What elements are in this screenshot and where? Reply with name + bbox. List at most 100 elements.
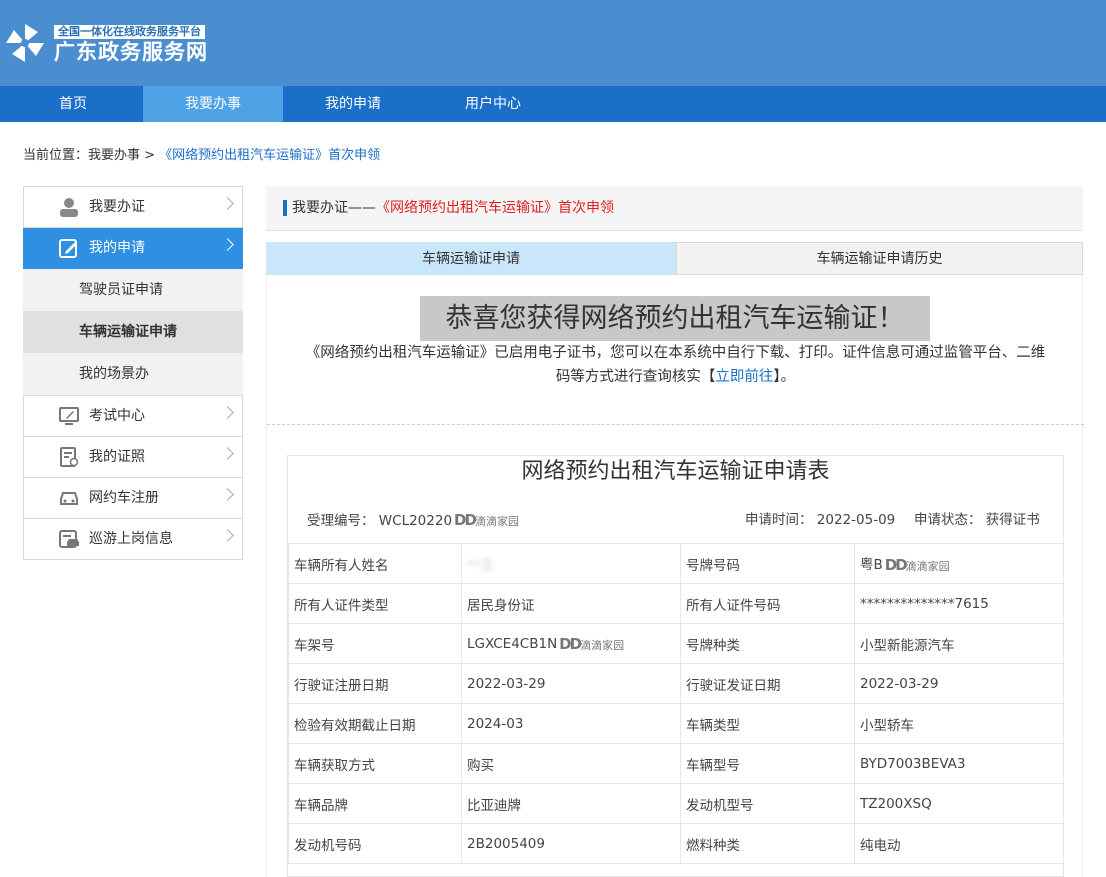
apply-status: 申请状态： 获得证书 xyxy=(914,510,1040,530)
didi-watermark: DD滴滴家园 xyxy=(884,556,950,574)
breadcrumb: 当前位置：我要办事 > 《网络预约出租汽车运输证》首次申领 xyxy=(23,147,380,165)
field-value: 2022-03-29 xyxy=(854,663,1064,704)
sidebar-item-ride-registration[interactable]: 网约车注册 xyxy=(23,478,243,519)
accept-number: 受理编号： WCL20220 DD滴滴家园 xyxy=(307,510,519,532)
field-label: 行驶证注册日期 xyxy=(288,663,462,704)
sidebar-subitem-scenarios[interactable]: 我的场景办 xyxy=(23,353,243,395)
go-now-link[interactable]: 立即前往 xyxy=(715,369,773,385)
plate-number-value: 粤B xyxy=(860,557,883,573)
field-label: 发动机型号 xyxy=(680,783,855,824)
sidebar-item-label: 我要办证 xyxy=(89,199,145,215)
certificate-icon xyxy=(60,447,79,467)
owner-name-value: **王 xyxy=(467,557,494,574)
tab-bar: 车辆运输证申请 车辆运输证申请历史 xyxy=(266,242,1083,275)
table-row: 车架号 LGXCE4CB1N DD滴滴家园 号牌种类 小型新能源汽车 xyxy=(288,623,1064,664)
section-heading: 我要办证——《网络预约出租汽车运输证》首次申领 xyxy=(266,186,1083,231)
apply-status-label: 申请状态： xyxy=(914,512,982,528)
field-value: **王 xyxy=(461,543,681,584)
breadcrumb-current[interactable]: 《网络预约出租汽车运输证》首次申领 xyxy=(159,148,380,163)
table-row: 所有人证件类型 居民身份证 所有人证件号码 **************7615 xyxy=(288,583,1064,624)
sidebar-item-label: 我的申请 xyxy=(89,240,145,256)
field-label: 车辆型号 xyxy=(680,743,855,784)
field-value: 比亚迪牌 xyxy=(461,783,681,824)
site-title[interactable]: 广东政务服务网 xyxy=(54,40,208,64)
notice-line-2-prefix: 码等方式进行查询核实【 xyxy=(555,369,716,385)
didi-watermark: DD滴滴家园 xyxy=(454,511,519,529)
table-row: 检验有效期截止日期 2024-03 车辆类型 小型轿车 xyxy=(288,703,1064,744)
platform-subtitle: 全国一体化在线政务服务平台 xyxy=(54,25,205,39)
sidebar-item-my-licenses[interactable]: 我的证照 xyxy=(23,437,243,478)
tab-vehicle-application[interactable]: 车辆运输证申请 xyxy=(266,242,676,275)
heading-accent-bar xyxy=(283,200,287,216)
nav-home[interactable]: 首页 xyxy=(3,86,143,122)
sidebar-subitem-vehicle-cert[interactable]: 车辆运输证申请 xyxy=(23,311,243,353)
application-form: 网络预约出租汽车运输证申请表 受理编号： WCL20220 DD滴滴家园 申请时间… xyxy=(287,455,1064,877)
field-value: 粤B DD滴滴家园 xyxy=(854,543,1064,584)
edit-form-icon xyxy=(59,239,77,258)
notice-line-1: 《网络预约出租汽车运输证》已启用电子证书，您可以在本系统中自行下载、打印。证件信… xyxy=(305,345,1046,361)
didi-watermark: DD滴滴家园 xyxy=(559,634,625,653)
form-title: 网络预约出租汽车运输证申请表 xyxy=(521,459,830,484)
sidebar-item-cruise-info[interactable]: 巡游上岗信息 xyxy=(23,519,243,560)
table-row: 发动机号码 2B2005409 燃料种类 纯电动 xyxy=(288,823,1064,864)
main-nav: 首页 我要办事 我的申请 用户中心 xyxy=(0,86,1106,122)
accept-number-value: WCL20220 xyxy=(378,513,453,529)
heading-prefix: 我要办证—— xyxy=(292,200,376,216)
heading-text: 我要办证——《网络预约出租汽车运输证》首次申领 xyxy=(292,186,614,230)
field-label: 车辆所有人姓名 xyxy=(288,543,462,584)
nav-user-center[interactable]: 用户中心 xyxy=(423,86,563,122)
sidebar-item-label: 网约车注册 xyxy=(89,490,159,506)
apply-status-value: 获得证书 xyxy=(985,512,1040,528)
field-label: 检验有效期截止日期 xyxy=(288,703,462,744)
breadcrumb-prefix: 当前位置：我要办事 > xyxy=(23,148,160,163)
sidebar-item-get-certificate[interactable]: 我要办证 xyxy=(23,186,243,228)
vehicle-info-table: 车辆所有人姓名 **王 号牌号码 粤B DD滴滴家园 所有人证件类型 居民身份证 … xyxy=(288,543,1064,864)
site-header: 全国一体化在线政务服务平台 广东政务服务网 xyxy=(0,0,1106,86)
taxi-id-icon xyxy=(59,530,79,548)
chevron-right-icon xyxy=(221,529,234,542)
sidebar-item-exam-center[interactable]: 考试中心 xyxy=(23,395,243,437)
field-value: 小型新能源汽车 xyxy=(854,623,1064,664)
e-certificate-notice: 《网络预约出租汽车运输证》已启用电子证书，您可以在本系统中自行下载、打印。证件信… xyxy=(267,341,1084,389)
nav-my-applications[interactable]: 我的申请 xyxy=(283,86,423,122)
sidebar-item-label: 巡游上岗信息 xyxy=(89,531,173,547)
nav-services[interactable]: 我要办事 xyxy=(143,86,283,122)
tab-application-history[interactable]: 车辆运输证申请历史 xyxy=(676,242,1083,275)
apply-time: 申请时间： 2022-05-09 xyxy=(745,510,895,530)
field-label: 车辆品牌 xyxy=(288,783,462,824)
id-number-value: **************7615 xyxy=(860,595,989,612)
apply-time-label: 申请时间： xyxy=(745,512,813,528)
table-row: 车辆获取方式 购买 车辆型号 BYD7003BEVA3 xyxy=(288,743,1064,784)
divider xyxy=(267,424,1084,425)
field-value: TZ200XSQ xyxy=(854,783,1064,824)
user-icon xyxy=(60,198,78,217)
table-row: 行驶证注册日期 2022-03-29 行驶证发证日期 2022-03-29 xyxy=(288,663,1064,704)
table-row: 车辆品牌 比亚迪牌 发动机型号 TZ200XSQ xyxy=(288,783,1064,824)
notice-line-2: 码等方式进行查询核实【立即前往】。 xyxy=(267,365,1084,389)
field-value: 购买 xyxy=(461,743,681,784)
field-value: **************7615 xyxy=(854,583,1064,624)
field-value: 居民身份证 xyxy=(461,583,681,624)
chevron-right-icon xyxy=(221,238,234,251)
sidebar-item-my-applications[interactable]: 我的申请 xyxy=(23,228,243,269)
accept-number-label: 受理编号： xyxy=(307,513,375,529)
main-content: 我要办证——《网络预约出租汽车运输证》首次申领 车辆运输证申请 车辆运输证申请历… xyxy=(266,186,1084,877)
pinwheel-logo-icon[interactable] xyxy=(4,22,46,64)
vin-value: LGXCE4CB1N xyxy=(467,635,558,652)
chevron-right-icon xyxy=(221,447,234,460)
sidebar-subitem-driver-cert[interactable]: 驾驶员证申请 xyxy=(23,269,243,311)
sidebar: 我要办证 我的申请 驾驶员证申请 车辆运输证申请 我的场景办 考试中心 我的证照 xyxy=(23,186,243,560)
car-icon xyxy=(60,492,78,505)
field-value: BYD7003BEVA3 xyxy=(854,743,1064,784)
field-label: 车辆类型 xyxy=(680,703,855,744)
apply-time-value: 2022-05-09 xyxy=(816,512,896,528)
field-label: 号牌号码 xyxy=(680,543,855,584)
field-label: 号牌种类 xyxy=(680,623,855,664)
field-value: 2024-03 xyxy=(461,703,681,744)
congrats-message: 恭喜您获得网络预约出租汽车运输证！ xyxy=(420,296,930,341)
field-label: 所有人证件类型 xyxy=(288,583,462,624)
field-label: 行驶证发证日期 xyxy=(680,663,855,704)
field-label: 所有人证件号码 xyxy=(680,583,855,624)
result-panel: 恭喜您获得网络预约出租汽车运输证！ 《网络预约出租汽车运输证》已启用电子证书，您… xyxy=(266,275,1084,877)
notice-line-2-suffix: 】。 xyxy=(773,369,796,385)
